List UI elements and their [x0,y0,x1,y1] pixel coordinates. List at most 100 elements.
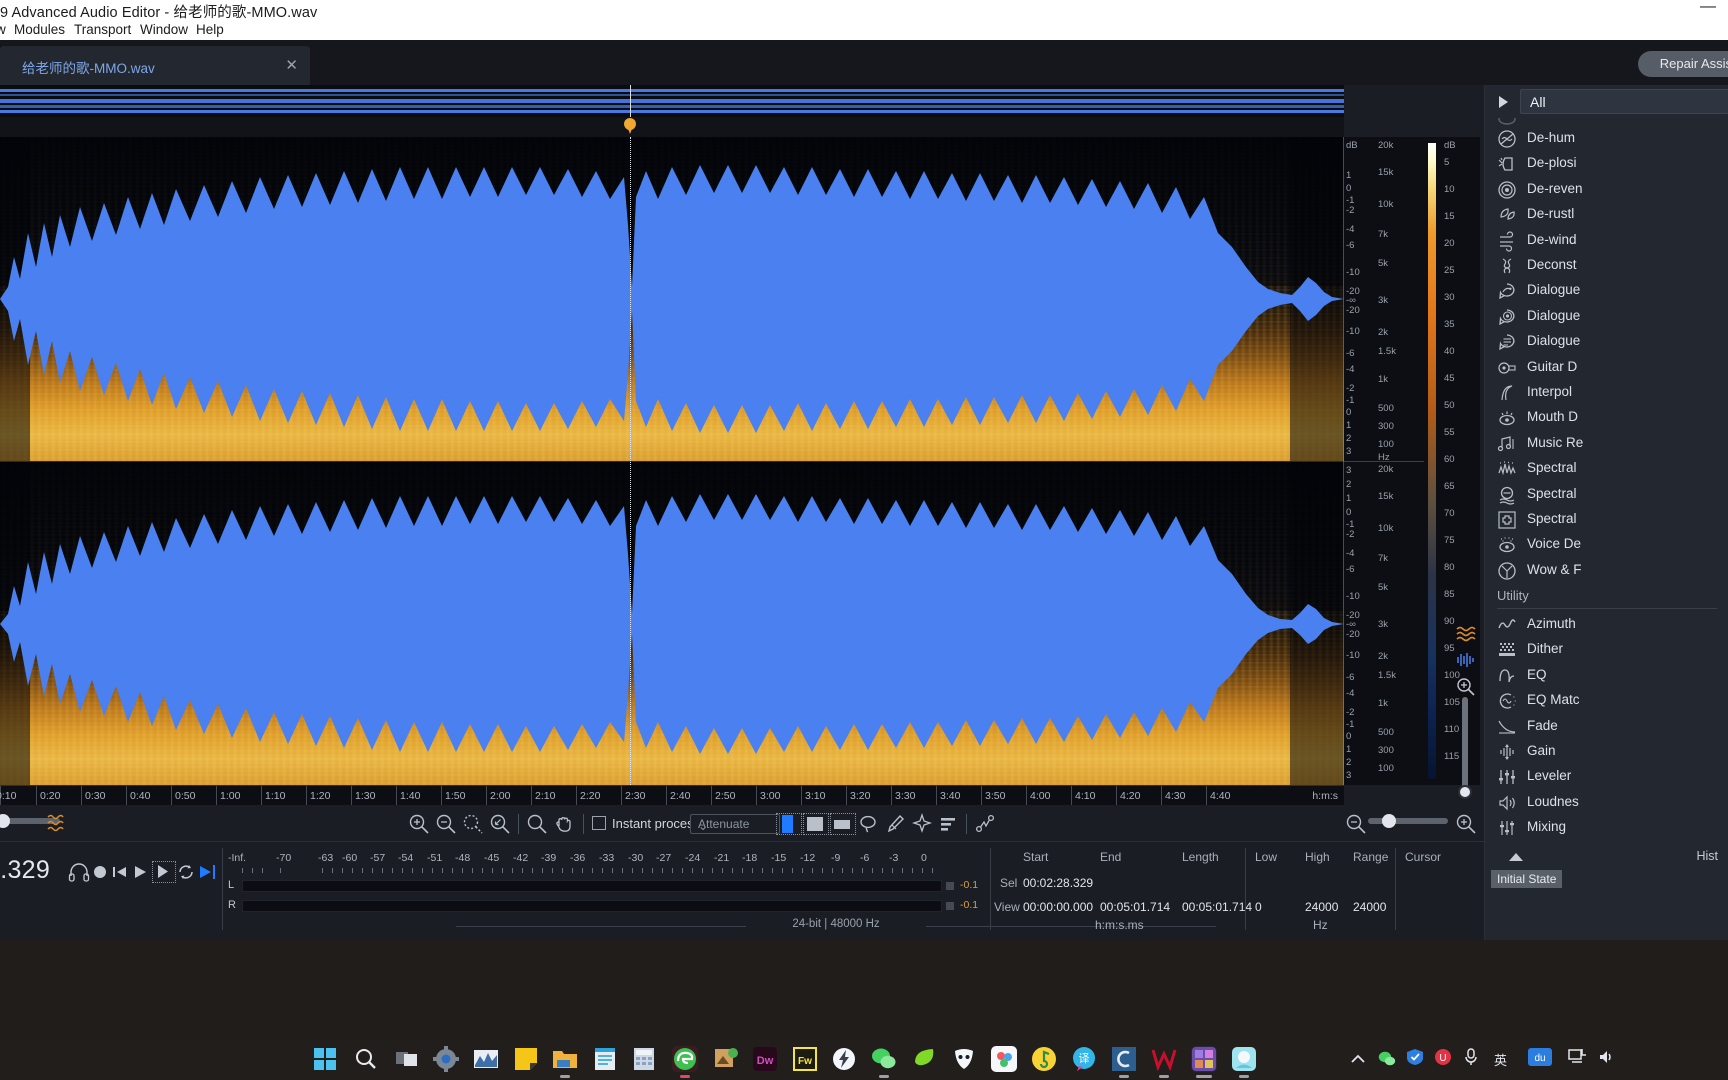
fireworks-icon[interactable]: Fw [792,1046,818,1072]
zoom-in-icon[interactable] [408,813,430,835]
module-item-eq[interactable]: EQ [1485,663,1728,688]
module-item-gain[interactable]: Gain [1485,739,1728,764]
network-icon[interactable] [1568,1048,1588,1069]
calculator-icon[interactable] [631,1046,657,1072]
module-item-dialogue-isolate[interactable]: Dialogue [1485,329,1728,354]
module-item-spectral-repair[interactable]: Spectral [1485,507,1728,532]
module-item-voice-denoise[interactable]: Voice De [1485,532,1728,557]
module-item-guitar-denoise[interactable]: Guitar D [1485,355,1728,380]
wps-icon[interactable] [1151,1046,1177,1078]
magic-wand-icon[interactable] [911,812,933,835]
meter-clip-indicator-right[interactable] [946,902,954,910]
zoom-out-icon[interactable] [1345,813,1367,835]
spectrogram-mode-icon[interactable] [46,811,68,833]
module-item-leveler[interactable]: Leveler [1485,764,1728,789]
spectrogram-color-scale[interactable]: dB 5 10 15 20 25 30 35 40 45 50 55 60 65… [1424,137,1480,799]
selection-end-marker[interactable] [1343,137,1344,785]
module-item-de-reverb[interactable]: De-reven [1485,177,1728,202]
module-item-azimuth[interactable]: Azimuth [1485,612,1728,637]
process-mode-dropdown[interactable]: Attenuate ⌄ [690,814,780,834]
sticky-notes-icon[interactable] [513,1046,539,1072]
character-icon[interactable] [1231,1046,1257,1078]
node-edit-icon[interactable] [974,813,996,835]
security-tray-icon[interactable] [1406,1048,1424,1069]
hand-tool-icon[interactable] [553,813,575,835]
guard-tray-icon[interactable]: U [1434,1048,1452,1069]
loop-icon[interactable] [176,862,198,882]
baidu-tray-icon[interactable]: du [1528,1048,1552,1069]
zoom-to-selection-icon[interactable] [462,813,484,835]
record-icon[interactable] [90,862,112,882]
foobar-icon[interactable] [951,1046,977,1072]
zoom-fit-icon[interactable] [489,813,511,835]
magnifier-tool-icon[interactable] [526,813,548,835]
ime-icon[interactable]: 英 [1494,1050,1507,1069]
wechat-icon[interactable] [871,1046,897,1078]
module-item-wow-flutter[interactable]: Wow & F [1485,558,1728,583]
playhead-cursor[interactable] [630,137,631,785]
channel-left[interactable] [0,137,1344,461]
menu-item-view[interactable]: w [0,22,6,37]
headphones-icon[interactable] [68,862,90,882]
file-explorer-icon[interactable] [552,1046,578,1078]
zoom-out-icon[interactable] [435,813,457,835]
translate-icon[interactable]: 译 [1071,1046,1097,1072]
vertical-zoom-slider[interactable] [1368,814,1448,828]
app-green-icon[interactable] [911,1046,937,1072]
module-item-spectral-denoise[interactable]: Spectral [1485,456,1728,481]
timeline-ruler[interactable]: 0:10 0:20 0:30 0:40 0:50 1:00 1:10 1:20 … [0,785,1344,806]
overview-waveform[interactable] [0,85,1344,117]
channel-right[interactable] [0,461,1344,785]
play-to-end-icon[interactable] [198,862,220,882]
menu-item-window[interactable]: Window [140,22,188,37]
module-item-loudness[interactable]: Loudnes [1485,790,1728,815]
info-view-high[interactable]: 24000 [1305,900,1338,914]
volume-icon[interactable] [1598,1048,1616,1069]
module-item-dialogue-dereverb[interactable]: Dialogue [1485,304,1728,329]
wechat-tray-icon[interactable] [1378,1050,1396,1069]
module-item-music-rebalance[interactable]: Music Re [1485,431,1728,456]
chevron-up-icon[interactable] [1350,1052,1366,1069]
previous-icon[interactable] [110,862,132,882]
info-view-start[interactable]: 00:00:00.000 [1023,900,1093,914]
menu-item-transport[interactable]: Transport [74,22,131,37]
info-view-range[interactable]: 24000 [1353,900,1386,914]
overview-playhead[interactable] [630,85,631,117]
instant-process-checkbox[interactable] [592,816,606,830]
minimize-button[interactable]: — [1694,0,1722,20]
module-item-dither[interactable]: Dither [1485,637,1728,662]
module-item-de-rustle[interactable]: De-rustl [1485,202,1728,227]
module-filter-dropdown[interactable]: All [1520,89,1728,114]
cubase-icon[interactable] [1111,1046,1137,1078]
time-selection-tool[interactable] [776,813,802,835]
info-view-length[interactable]: 00:05:01.714 [1182,900,1252,914]
color-scale-slider-knob[interactable] [1458,785,1472,799]
spectrogram-display-toggles[interactable] [1456,625,1478,702]
module-list[interactable]: De-hum De-plosi De-reven De-rustl De-win… [1485,118,1728,841]
marker-lane[interactable] [0,117,1344,137]
info-view-low[interactable]: 0 [1255,900,1262,914]
close-icon[interactable]: ✕ [285,56,298,74]
play-selection-icon[interactable] [152,861,176,883]
expand-modules-icon[interactable] [1499,96,1508,108]
rectangle-selection-tool[interactable] [803,813,829,835]
module-item-de-plosive[interactable]: De-plosi [1485,151,1728,176]
cloud-sync-icon[interactable] [991,1046,1017,1072]
gallery-icon[interactable] [1191,1046,1217,1078]
lasso-selection-icon[interactable] [857,813,879,835]
stats-icon[interactable] [473,1046,499,1072]
spectrogram-view[interactable] [0,137,1344,785]
frequency-selection-tool[interactable] [830,813,856,835]
edge-legacy-icon[interactable] [672,1046,698,1078]
module-item-eq-match[interactable]: EQ Matc [1485,688,1728,713]
info-sel-start[interactable]: 00:02:28.329 [1023,876,1093,890]
settings-icon[interactable] [433,1046,459,1072]
repair-assistant-button[interactable]: Repair Assis [1637,51,1728,77]
collapse-panel-icon[interactable] [1509,853,1523,861]
flash-icon[interactable] [831,1046,857,1072]
history-entry[interactable]: Initial State [1491,870,1563,888]
module-item-mixing[interactable]: Mixing [1485,815,1728,840]
windows-start-icon[interactable] [312,1046,338,1072]
play-icon[interactable] [130,862,152,882]
notepad-icon[interactable] [592,1046,618,1072]
